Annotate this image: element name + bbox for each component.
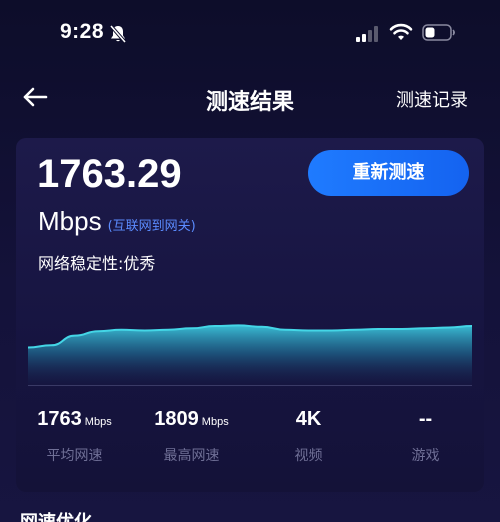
bell-muted-icon: [109, 24, 127, 44]
stat-label: 视频: [294, 448, 323, 464]
speed-stats: 1763 Mbps 平均网速 1809 Mbps 最高网速 4K 视频 -- 游戏: [16, 408, 484, 478]
stat-number: --: [418, 408, 433, 430]
speed-area-chart: [28, 324, 472, 390]
status-bar: 9:28: [0, 0, 500, 64]
stat-value: 1809 Mbps: [133, 408, 250, 431]
stat-unit: Mbps: [84, 416, 112, 428]
stat-value: 1763 Mbps: [16, 408, 133, 431]
stat-number: 1763: [37, 408, 82, 430]
speed-value: 1763.29: [37, 152, 182, 196]
stat-value: 4K: [250, 408, 367, 431]
cellular-signal-icon: [356, 26, 378, 42]
stat-number: 1809: [154, 408, 199, 430]
speed-unit-row: Mbps (互联网到网关): [38, 206, 196, 237]
nav-bar: 测速结果 测速记录: [0, 70, 500, 126]
wifi-icon: [389, 23, 413, 40]
stat-max-speed: 1809 Mbps 最高网速: [133, 408, 250, 465]
stat-gaming: -- 游戏: [367, 408, 484, 465]
speed-area: [28, 325, 472, 390]
stat-number: 4K: [295, 408, 322, 430]
stat-video: 4K 视频: [250, 408, 367, 465]
status-time: 9:28: [60, 20, 105, 43]
stat-label: 游戏: [411, 448, 440, 464]
battery-icon: [422, 24, 455, 41]
speed-result-card: 1763.29 Mbps (互联网到网关) 网络稳定性:优秀 重新测速 1763…: [16, 138, 484, 492]
stat-average-speed: 1763 Mbps 平均网速: [16, 408, 133, 465]
stat-label: 最高网速: [163, 448, 220, 464]
speed-unit: Mbps: [38, 206, 102, 236]
section-title-optimization: 网速优化: [20, 508, 92, 522]
speed-test-history-link[interactable]: 测速记录: [396, 86, 468, 112]
stat-label: 平均网速: [46, 448, 103, 464]
stat-unit: Mbps: [201, 416, 229, 428]
chart-baseline: [28, 385, 472, 386]
stat-value: --: [367, 408, 484, 431]
network-stability: 网络稳定性:优秀: [38, 254, 156, 273]
speed-unit-note: (互联网到网关): [107, 219, 196, 234]
retest-button[interactable]: 重新测速: [308, 150, 469, 196]
